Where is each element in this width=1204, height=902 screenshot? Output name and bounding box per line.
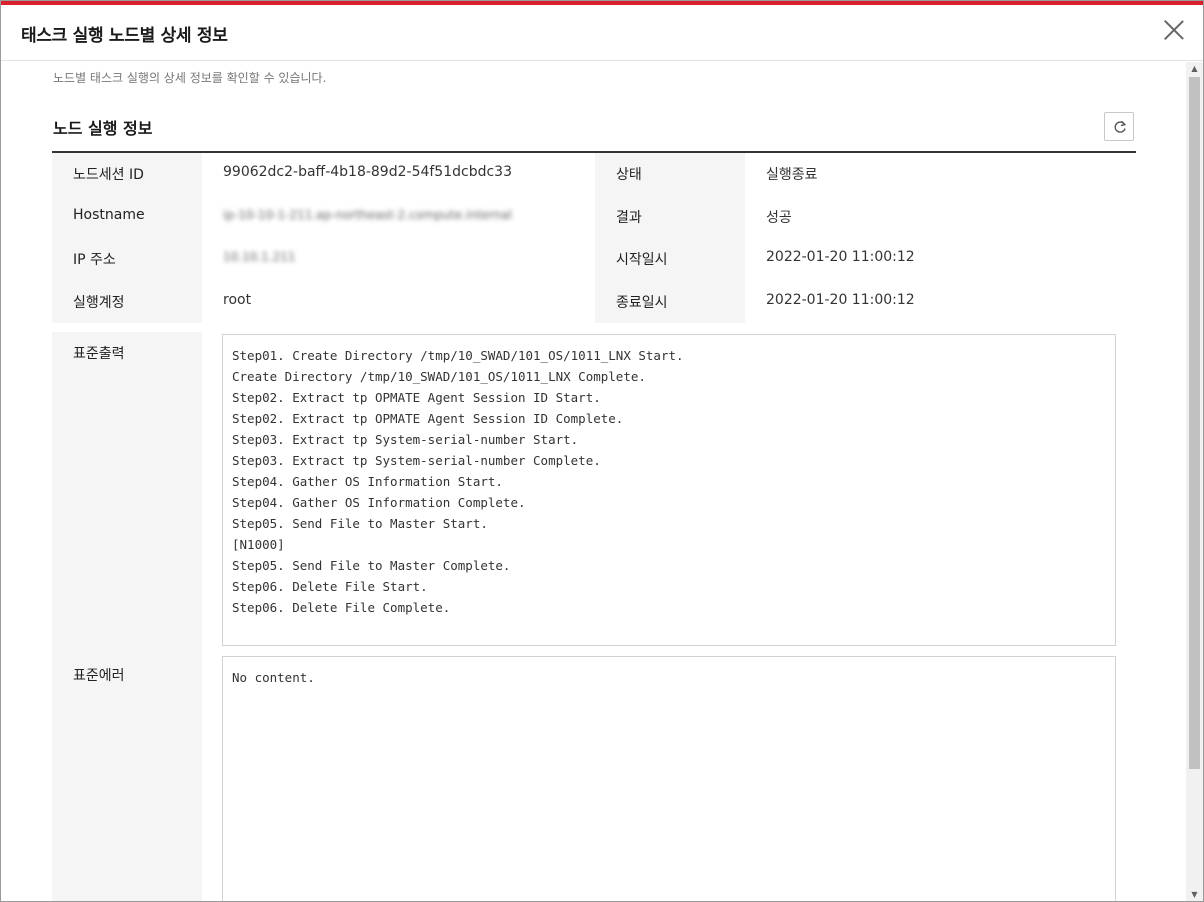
- scroll-up-icon[interactable]: ▲: [1186, 62, 1203, 76]
- stderr-box[interactable]: No content.: [222, 656, 1116, 901]
- stderr-label: 표준에러: [73, 668, 125, 684]
- scroll-down-icon[interactable]: ▼: [1186, 888, 1203, 901]
- dialog-body[interactable]: 노드별 태스크 실행의 상세 정보를 확인할 수 있습니다. 노드 실행 정보 …: [1, 62, 1187, 901]
- ip-value: 10.10.1.211: [202, 238, 595, 281]
- session-id-value: 99062dc2-baff-4b18-89d2-54f51dcbdc33: [223, 164, 512, 180]
- page-description: 노드별 태스크 실행의 상세 정보를 확인할 수 있습니다.: [53, 71, 327, 85]
- hostname-text: ip-10-10-1-211.ap-northeast-2.compute.in…: [223, 207, 512, 222]
- info-row: 노드세션 ID 99062dc2-baff-4b18-89d2-54f51dcb…: [52, 153, 1136, 196]
- status-label: 상태: [595, 153, 745, 196]
- end-time-label: 종료일시: [595, 280, 745, 323]
- ip-text: 10.10.1.211: [223, 250, 296, 264]
- ip-label: IP 주소: [52, 238, 202, 281]
- info-row: Hostname ip-10-10-1-211.ap-northeast-2.c…: [52, 195, 1136, 239]
- dialog-header: 태스크 실행 노드별 상세 정보: [1, 5, 1203, 61]
- info-row: IP 주소 10.10.1.211 시작일시 2022-01-20 11:00:…: [52, 238, 1136, 281]
- hostname-value: ip-10-10-1-211.ap-northeast-2.compute.in…: [202, 196, 595, 239]
- output-label-column: [52, 332, 202, 901]
- refresh-icon: [1114, 120, 1127, 133]
- end-time-value: 2022-01-20 11:00:12: [766, 291, 915, 308]
- account-label: 실행계정: [52, 280, 202, 323]
- session-id-label: 노드세션 ID: [52, 153, 202, 196]
- info-row: 실행계정 root 종료일시 2022-01-20 11:00:12: [52, 280, 1136, 323]
- refresh-button[interactable]: [1104, 112, 1134, 141]
- account-value: root: [223, 291, 252, 308]
- section-title: 노드 실행 정보: [53, 119, 153, 138]
- vertical-scrollbar[interactable]: ▲ ▼: [1186, 62, 1203, 901]
- start-time-value: 2022-01-20 11:00:12: [766, 249, 915, 265]
- result-label: 결과: [595, 195, 745, 238]
- status-value: 실행종료: [766, 167, 818, 183]
- task-node-detail-dialog: 태스크 실행 노드별 상세 정보 노드별 태스크 실행의 상세 정보를 확인할 …: [0, 0, 1204, 902]
- hostname-label: Hostname: [52, 195, 202, 238]
- close-icon[interactable]: [1163, 19, 1185, 41]
- scroll-thumb[interactable]: [1189, 77, 1200, 769]
- stdout-label: 표준출력: [73, 346, 125, 362]
- start-time-label: 시작일시: [595, 238, 745, 281]
- stdout-box[interactable]: Step01. Create Directory /tmp/10_SWAD/10…: [222, 334, 1116, 646]
- result-value: 성공: [766, 209, 792, 226]
- node-info-table: 노드세션 ID 99062dc2-baff-4b18-89d2-54f51dcb…: [52, 153, 1136, 323]
- dialog-title: 태스크 실행 노드별 상세 정보: [21, 26, 228, 46]
